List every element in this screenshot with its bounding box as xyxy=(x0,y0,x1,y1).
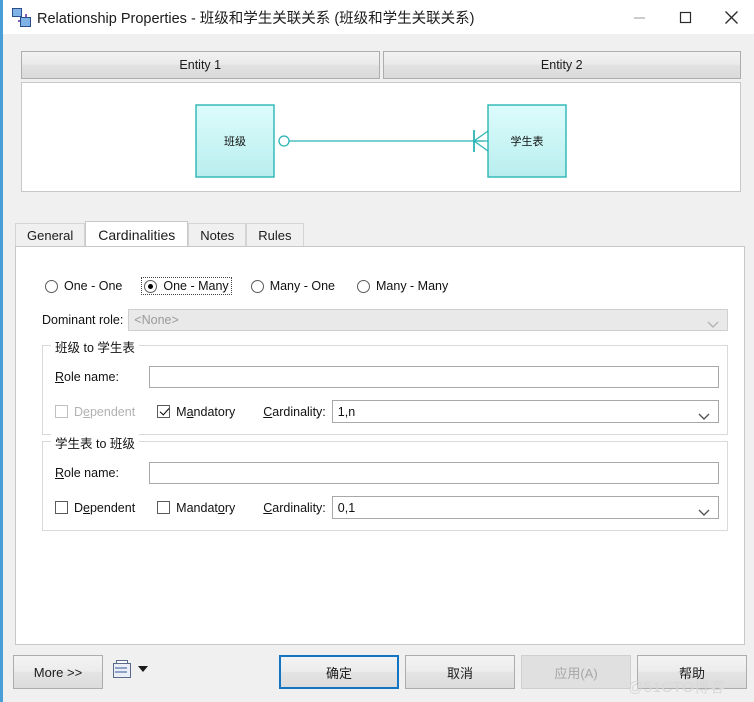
left-entity-label: 班级 xyxy=(224,135,246,148)
group-2-dependent-checkbox[interactable]: Dependent xyxy=(55,501,135,515)
group-1-role-name-input[interactable] xyxy=(149,366,719,388)
entity-1-button[interactable]: Entity 1 xyxy=(21,51,380,79)
close-button[interactable] xyxy=(708,0,754,34)
group-1-role-row: Role name: xyxy=(55,366,719,388)
radio-many-many[interactable]: Many - Many xyxy=(354,277,451,295)
group-1-dependent-checkbox[interactable]: Dependent xyxy=(55,405,135,419)
dialog-footer: More >> 确定 取消 应用(A) 帮助 xyxy=(3,648,754,702)
ok-button[interactable]: 确定 xyxy=(279,655,399,689)
dominant-role-label: Dominant role: xyxy=(42,313,124,327)
title-bar: Relationship Properties - 班级和学生关联关系 (班级和… xyxy=(3,0,754,34)
radio-indicator xyxy=(250,279,264,293)
group-2-cardinality-label: Cardinality: xyxy=(263,500,326,515)
group-1-options-row: Dependent Mandatory Cardinality: 1,n xyxy=(55,400,719,423)
cardinality-radio-group: One - One One - Many Many - One Many - M… xyxy=(42,277,467,295)
group-2-title: 学生表 to 班级 xyxy=(51,433,139,452)
dominant-role-row: Dominant role: <None> xyxy=(42,309,728,331)
entity-2-label: Entity 2 xyxy=(540,58,583,72)
relationship-icon xyxy=(12,8,31,27)
right-entity-label: 学生表 xyxy=(511,134,544,148)
group-2-cardinality-value: 0,1 xyxy=(337,500,356,515)
relationship-diagram: 班级 学生表 xyxy=(21,82,741,192)
cancel-button-label: 取消 xyxy=(446,665,473,681)
apply-button-label: 应用(A) xyxy=(554,665,598,681)
cancel-button[interactable]: 取消 xyxy=(405,655,515,689)
radio-indicator xyxy=(357,279,370,293)
group-1-cardinality-label: Cardinality: xyxy=(263,404,326,419)
group-1-role-label: Role name: xyxy=(55,370,119,384)
radio-one-many-label: One - Many xyxy=(163,279,229,293)
tab-general[interactable]: General xyxy=(15,223,86,247)
maximize-button[interactable] xyxy=(662,0,708,34)
radio-many-one-label: Many - One xyxy=(269,279,335,293)
group-1-cardinality-value: 1,n xyxy=(337,404,356,419)
chevron-down-icon xyxy=(707,317,719,331)
group-2-cardinality-select[interactable]: 0,1 xyxy=(331,496,719,519)
entity-button-bar: Entity 1 Entity 2 xyxy=(21,51,741,79)
entity-1-label: Entity 1 xyxy=(179,58,222,72)
tab-notes[interactable]: Notes xyxy=(188,223,247,247)
tab-strip: General Cardinalities Notes Rules xyxy=(15,221,745,247)
radio-many-many-label: Many - Many xyxy=(376,279,449,293)
group-student-to-class: 学生表 to 班级 Role name: Dependent Mandatory… xyxy=(42,433,728,531)
help-button-label: 帮助 xyxy=(678,665,705,681)
group-1-dependent-label: Dependent xyxy=(74,404,136,419)
group-1-cardinality-select[interactable]: 1,n xyxy=(331,400,719,423)
help-button[interactable]: 帮助 xyxy=(637,655,747,689)
more-button[interactable]: More >> xyxy=(13,655,103,689)
group-2-role-label: Role name: xyxy=(55,466,119,480)
ok-button-label: 确定 xyxy=(325,665,352,681)
tab-notes-label: Notes xyxy=(200,228,235,243)
apply-button: 应用(A) xyxy=(521,655,631,689)
checkbox-indicator xyxy=(55,405,68,418)
radio-indicator xyxy=(144,279,158,293)
more-button-label: More >> xyxy=(33,664,83,680)
radio-one-one[interactable]: One - One xyxy=(42,277,125,295)
group-1-mandatory-checkbox[interactable]: Mandatory xyxy=(157,405,235,419)
group-1-title: 班级 to 学生表 xyxy=(51,337,139,356)
report-icon[interactable] xyxy=(113,660,131,678)
tab-rules-label: Rules xyxy=(258,228,292,243)
tab-rules[interactable]: Rules xyxy=(246,223,304,247)
radio-indicator xyxy=(45,279,58,293)
radio-many-one[interactable]: Many - One xyxy=(248,277,338,295)
minimize-button[interactable] xyxy=(616,0,662,34)
tab-cardinalities-label: Cardinalities xyxy=(98,226,176,243)
caret-down-icon[interactable] xyxy=(138,665,148,672)
group-2-mandatory-label: Mandatory xyxy=(176,500,236,515)
window-title: Relationship Properties - 班级和学生关联关系 (班级和… xyxy=(37,10,475,27)
tab-general-label: General xyxy=(27,228,74,243)
relationship-properties-dialog: Relationship Properties - 班级和学生关联关系 (班级和… xyxy=(0,0,754,702)
group-class-to-student: 班级 to 学生表 Role name: Dependent Mandatory… xyxy=(42,337,728,435)
entity-2-button[interactable]: Entity 2 xyxy=(382,51,741,79)
checkbox-indicator xyxy=(55,501,68,514)
chevron-down-icon xyxy=(698,409,710,423)
radio-one-many[interactable]: One - Many xyxy=(141,277,232,295)
group-2-options-row: Dependent Mandatory Cardinality: 0,1 xyxy=(55,496,719,519)
dominant-role-select[interactable]: <None> xyxy=(128,309,728,331)
dominant-role-value: <None> xyxy=(134,313,179,327)
group-2-role-row: Role name: xyxy=(55,462,719,484)
cardinalities-panel: One - One One - Many Many - One Many - M… xyxy=(15,246,745,645)
checkbox-indicator xyxy=(157,501,171,514)
group-2-mandatory-checkbox[interactable]: Mandatory xyxy=(157,501,235,515)
checkbox-indicator xyxy=(157,405,171,418)
group-2-role-name-input[interactable] xyxy=(149,462,719,484)
radio-one-one-label: One - One xyxy=(64,279,123,293)
chevron-down-icon xyxy=(698,505,710,519)
group-2-dependent-label: Dependent xyxy=(74,500,136,515)
report-tool-group xyxy=(113,660,148,678)
group-1-mandatory-label: Mandatory xyxy=(176,404,236,419)
tab-cardinalities[interactable]: Cardinalities xyxy=(85,221,189,247)
